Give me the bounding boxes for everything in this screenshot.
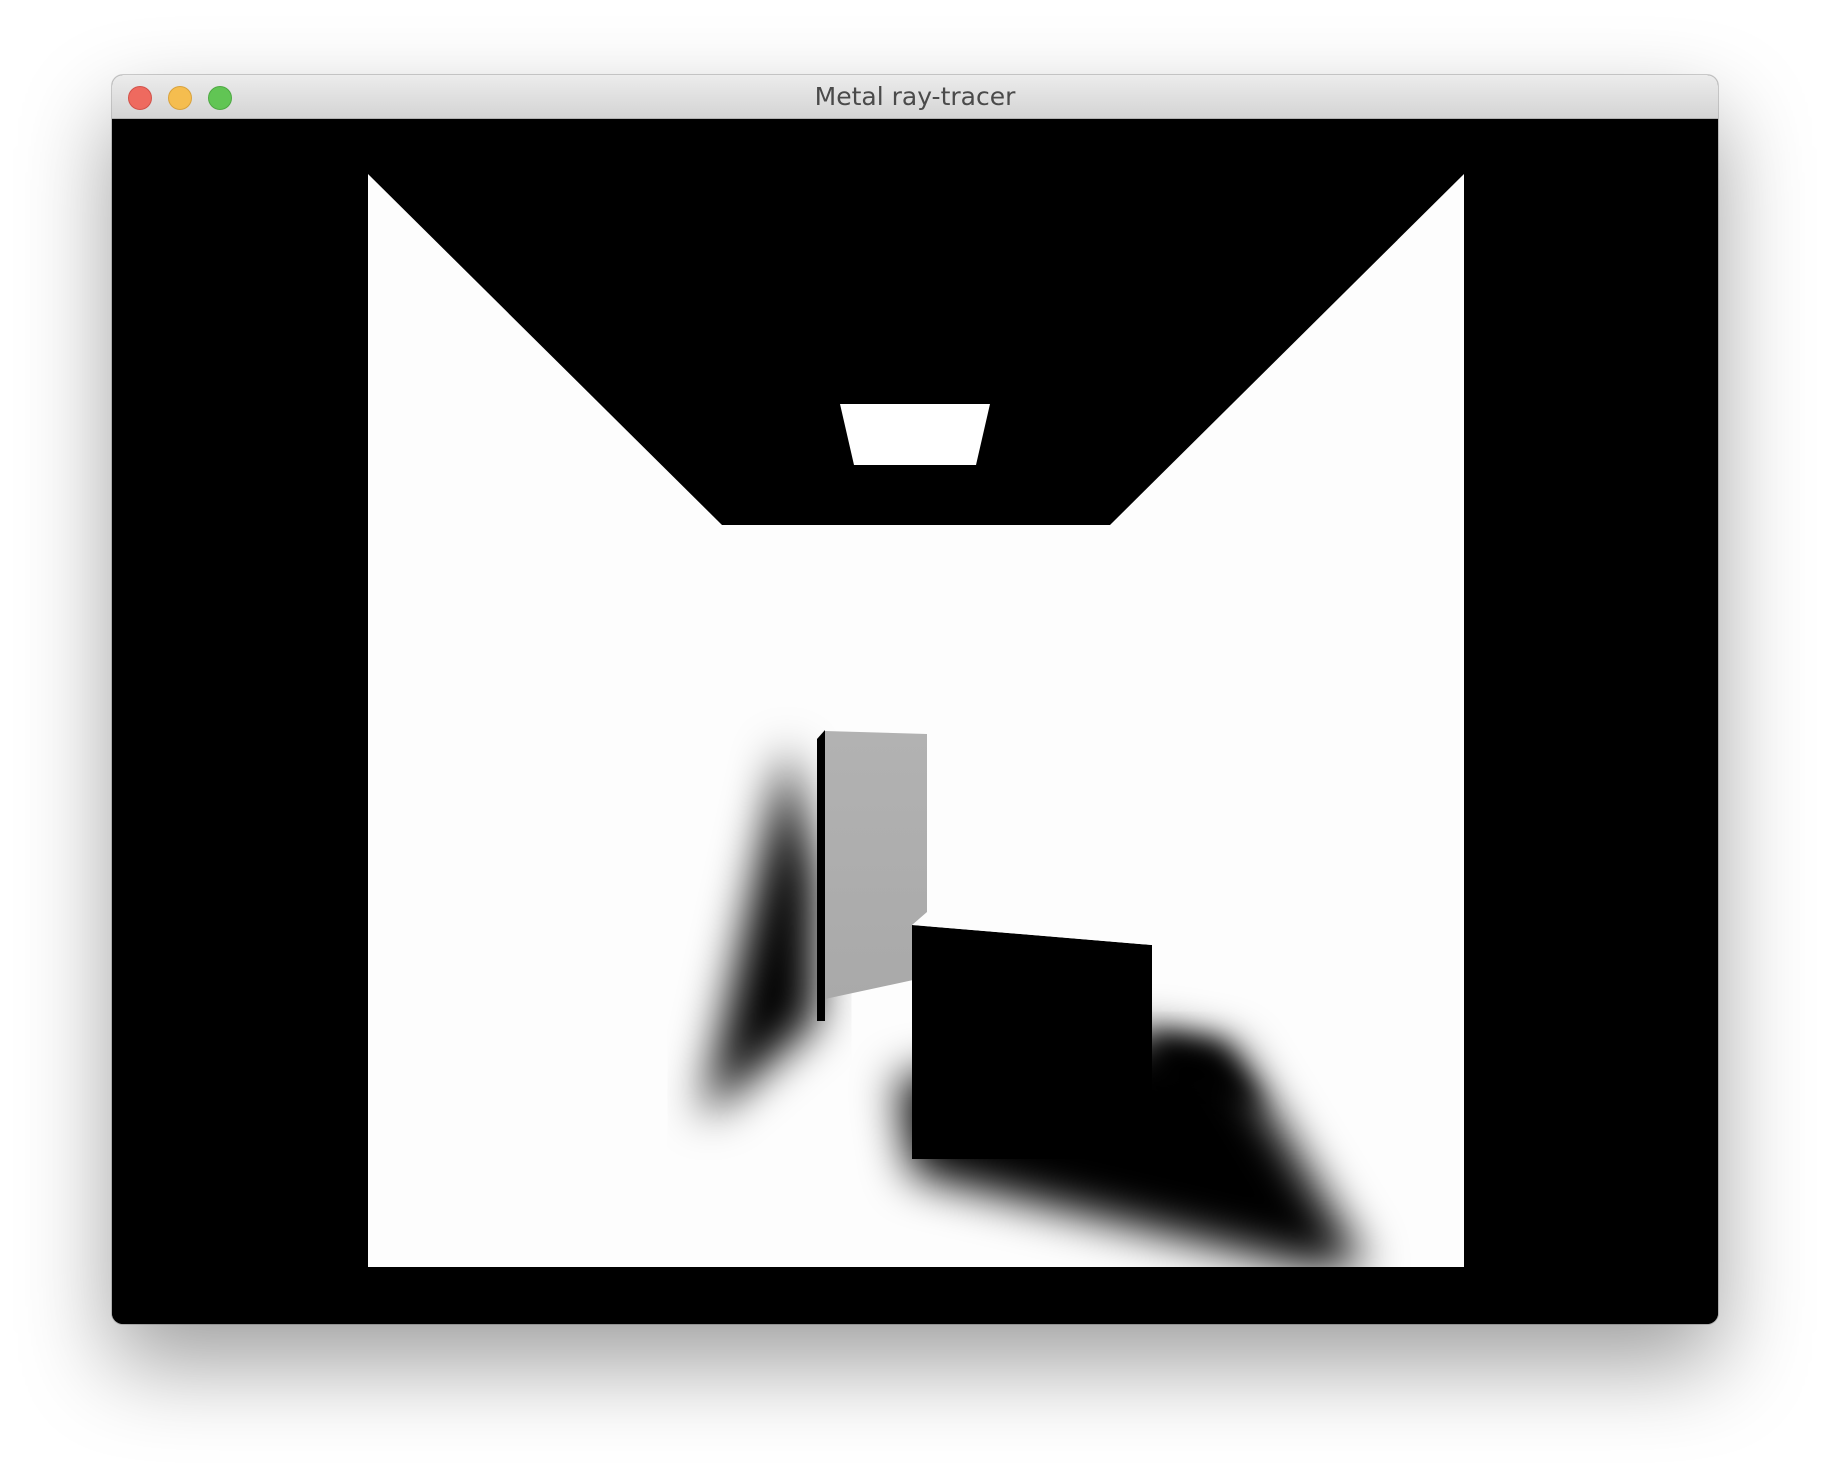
app-window: Metal ray-tracer xyxy=(112,75,1718,1324)
title-bar[interactable]: Metal ray-tracer xyxy=(112,75,1718,119)
short-block-front xyxy=(912,925,1152,1159)
tall-block-side xyxy=(817,730,825,1021)
render-viewport[interactable] xyxy=(112,119,1718,1324)
window-title: Metal ray-tracer xyxy=(814,82,1016,111)
rendered-scene xyxy=(112,119,1718,1324)
ceiling-light xyxy=(840,404,990,465)
tall-block-face xyxy=(825,731,927,999)
